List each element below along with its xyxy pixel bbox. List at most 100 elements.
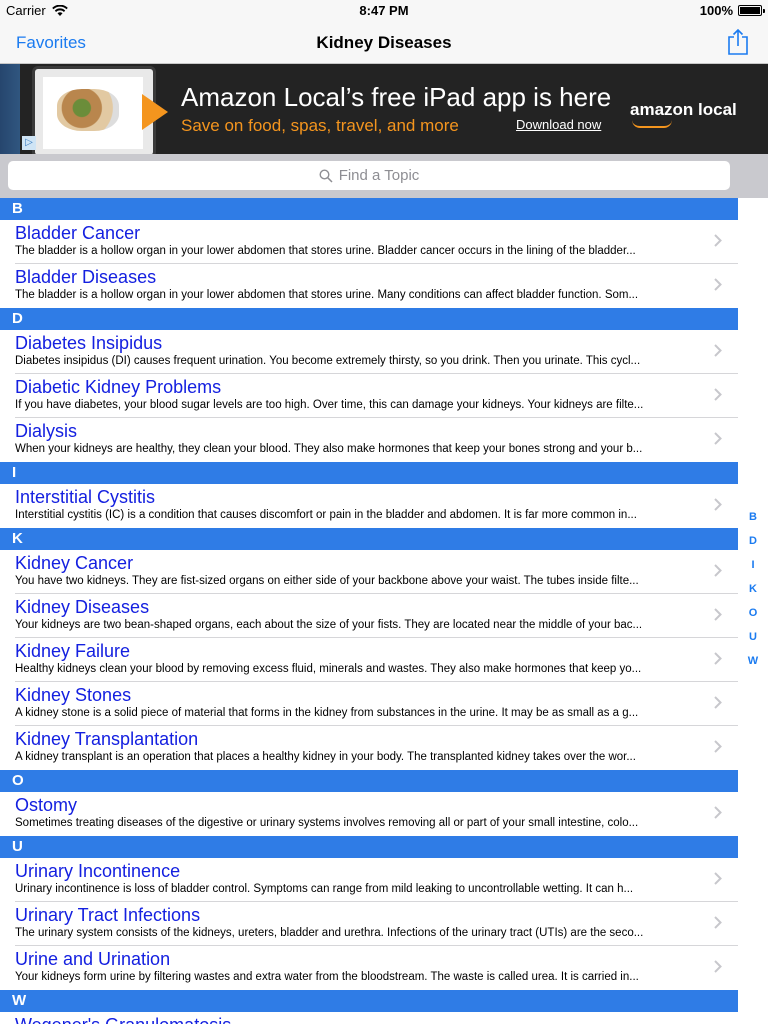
search-placeholder: Find a Topic xyxy=(338,167,420,184)
chevron-right-icon xyxy=(714,872,722,885)
topic-row[interactable]: Urinary Incontinence Urinary incontinence… xyxy=(0,858,738,902)
topic-row[interactable]: Kidney Diseases Your kidneys are two bean… xyxy=(0,594,738,638)
ad-arrow-icon xyxy=(142,94,168,130)
topic-row[interactable]: Bladder Diseases The bladder is a hollow … xyxy=(0,264,738,308)
topic-title: Bladder Cancer xyxy=(15,223,141,243)
topic-title: Interstitial Cystitis xyxy=(15,487,156,507)
chevron-right-icon xyxy=(714,960,722,973)
ad-ipad-image xyxy=(32,66,156,154)
index-letter-u[interactable]: U xyxy=(738,631,768,643)
chevron-right-icon xyxy=(714,564,722,577)
page-title: Kidney Diseases xyxy=(316,33,452,52)
search-bar: Find a Topic xyxy=(0,154,768,198)
topic-row[interactable]: Diabetic Kidney Problems If you have diab… xyxy=(0,374,738,418)
index-letter-b[interactable]: B xyxy=(738,511,768,523)
index-letter-k[interactable]: K xyxy=(738,583,768,595)
topic-row[interactable]: Kidney Transplantation A kidney transplan… xyxy=(0,726,738,770)
ad-amazon-local-logo: amazon local xyxy=(630,100,737,119)
topic-title: Wegener's Granulomatosis xyxy=(15,1015,231,1024)
section-header-k: K xyxy=(0,528,738,550)
section-header-u: U xyxy=(0,836,738,858)
status-right: 100% xyxy=(699,3,765,18)
chevron-right-icon xyxy=(714,916,722,929)
topic-row[interactable]: Urine and Urination Your kidneys form uri… xyxy=(0,946,738,990)
topic-description: Your kidneys are two bean-shaped organs,… xyxy=(15,619,643,631)
topic-title: Ostomy xyxy=(15,795,78,815)
topic-title: Urinary Tract Infections xyxy=(15,905,201,925)
topic-description: Your kidneys form urine by filtering was… xyxy=(15,971,639,983)
index-letter-d[interactable]: D xyxy=(738,535,768,547)
ad-headline: Amazon Local’s free iPad app is here xyxy=(181,82,612,112)
topic-description: Diabetes insipidus (DI) causes frequent … xyxy=(15,355,641,367)
topic-row[interactable]: Wegener's Granulomatosis xyxy=(0,1012,738,1024)
topic-description: When your kidneys are healthy, they clea… xyxy=(15,443,643,455)
topic-description: A kidney stone is a solid piece of mater… xyxy=(15,707,639,719)
topic-title: Kidney Failure xyxy=(15,641,131,661)
topic-row[interactable]: Dialysis When your kidneys are healthy, t… xyxy=(0,418,738,462)
ad-download-link[interactable]: Download now xyxy=(516,117,601,132)
battery-icon xyxy=(738,5,765,16)
index-letter-w[interactable]: W xyxy=(738,655,768,667)
topic-row[interactable]: Bladder Cancer The bladder is a hollow or… xyxy=(0,220,738,264)
topic-description: The urinary system consists of the kidne… xyxy=(15,927,644,939)
section-header-d: D xyxy=(0,308,738,330)
topic-row[interactable]: Kidney Cancer You have two kidneys. They … xyxy=(0,550,738,594)
topic-description: Healthy kidneys clean your blood by remo… xyxy=(15,663,642,675)
share-icon[interactable] xyxy=(726,28,750,56)
topic-title: Dialysis xyxy=(15,421,78,441)
section-header-b: B xyxy=(0,198,738,220)
favorites-button[interactable]: Favorites xyxy=(16,33,86,53)
chevron-right-icon xyxy=(714,344,722,357)
topic-description: Urinary incontinence is loss of bladder … xyxy=(15,883,634,895)
topic-title: Diabetic Kidney Problems xyxy=(15,377,222,397)
chevron-right-icon xyxy=(714,388,722,401)
topic-title: Urinary Incontinence xyxy=(15,861,181,881)
chevron-right-icon xyxy=(714,432,722,445)
topic-title: Kidney Transplantation xyxy=(15,729,199,749)
topic-description: A kidney transplant is an operation that… xyxy=(15,751,636,763)
navigation-bar: Favorites Kidney Diseases xyxy=(0,22,768,64)
search-icon xyxy=(319,168,333,183)
topic-row[interactable]: Interstitial Cystitis Interstitial cystit… xyxy=(0,484,738,528)
topic-description: Interstitial cystitis (IC) is a conditio… xyxy=(15,509,637,521)
section-header-w: W xyxy=(0,990,738,1012)
topic-title: Kidney Cancer xyxy=(15,553,134,573)
topic-title: Bladder Diseases xyxy=(15,267,157,287)
chevron-right-icon xyxy=(714,740,722,753)
topic-row[interactable]: Diabetes Insipidus Diabetes insipidus (DI… xyxy=(0,330,738,374)
chevron-right-icon xyxy=(714,806,722,819)
chevron-right-icon xyxy=(714,696,722,709)
status-bar: Carrier 8:47 PM 100% xyxy=(0,0,768,22)
index-letter-o[interactable]: O xyxy=(738,607,768,619)
topic-row[interactable]: Urinary Tract Infections The urinary syst… xyxy=(0,902,738,946)
ad-choices-icon[interactable]: ▷ xyxy=(22,136,36,150)
chevron-right-icon xyxy=(714,498,722,511)
status-time: 8:47 PM xyxy=(359,3,409,18)
topic-title: Urine and Urination xyxy=(15,949,171,969)
ad-food-image xyxy=(57,89,119,131)
topic-description: You have two kidneys. They are fist-size… xyxy=(15,575,639,587)
index-letter-i[interactable]: I xyxy=(738,559,768,571)
topic-row[interactable]: Kidney Failure Healthy kidneys clean your… xyxy=(0,638,738,682)
battery-percent: 100% xyxy=(699,3,733,18)
ad-banner[interactable]: ▷ Amazon Local’s free iPad app is here S… xyxy=(0,64,768,154)
ad-logo-smile-icon xyxy=(632,120,672,128)
ad-content[interactable]: ▷ Amazon Local’s free iPad app is here S… xyxy=(20,64,748,154)
section-header-o: O xyxy=(0,770,738,792)
chevron-right-icon xyxy=(714,234,722,247)
topic-description: If you have diabetes, your blood sugar l… xyxy=(15,399,644,411)
search-input[interactable]: Find a Topic xyxy=(8,161,730,190)
topic-title: Kidney Diseases xyxy=(15,597,150,617)
chevron-right-icon xyxy=(714,278,722,291)
section-header-i: I xyxy=(0,462,738,484)
chevron-right-icon xyxy=(714,608,722,621)
ad-ipad-screen xyxy=(43,77,143,149)
topic-row[interactable]: Ostomy Sometimes treating diseases of the… xyxy=(0,792,738,836)
topic-row[interactable]: Kidney Stones A kidney stone is a solid p… xyxy=(0,682,738,726)
topic-title: Kidney Stones xyxy=(15,685,132,705)
section-index[interactable]: BDIKOUW xyxy=(738,198,768,1024)
ad-subline: Save on food, spas, travel, and more xyxy=(181,116,459,135)
topic-description: The bladder is a hollow organ in your lo… xyxy=(15,245,636,257)
topic-description: The bladder is a hollow organ in your lo… xyxy=(15,289,639,301)
topic-list[interactable]: B Bladder Cancer The bladder is a hollow o… xyxy=(0,198,738,1024)
